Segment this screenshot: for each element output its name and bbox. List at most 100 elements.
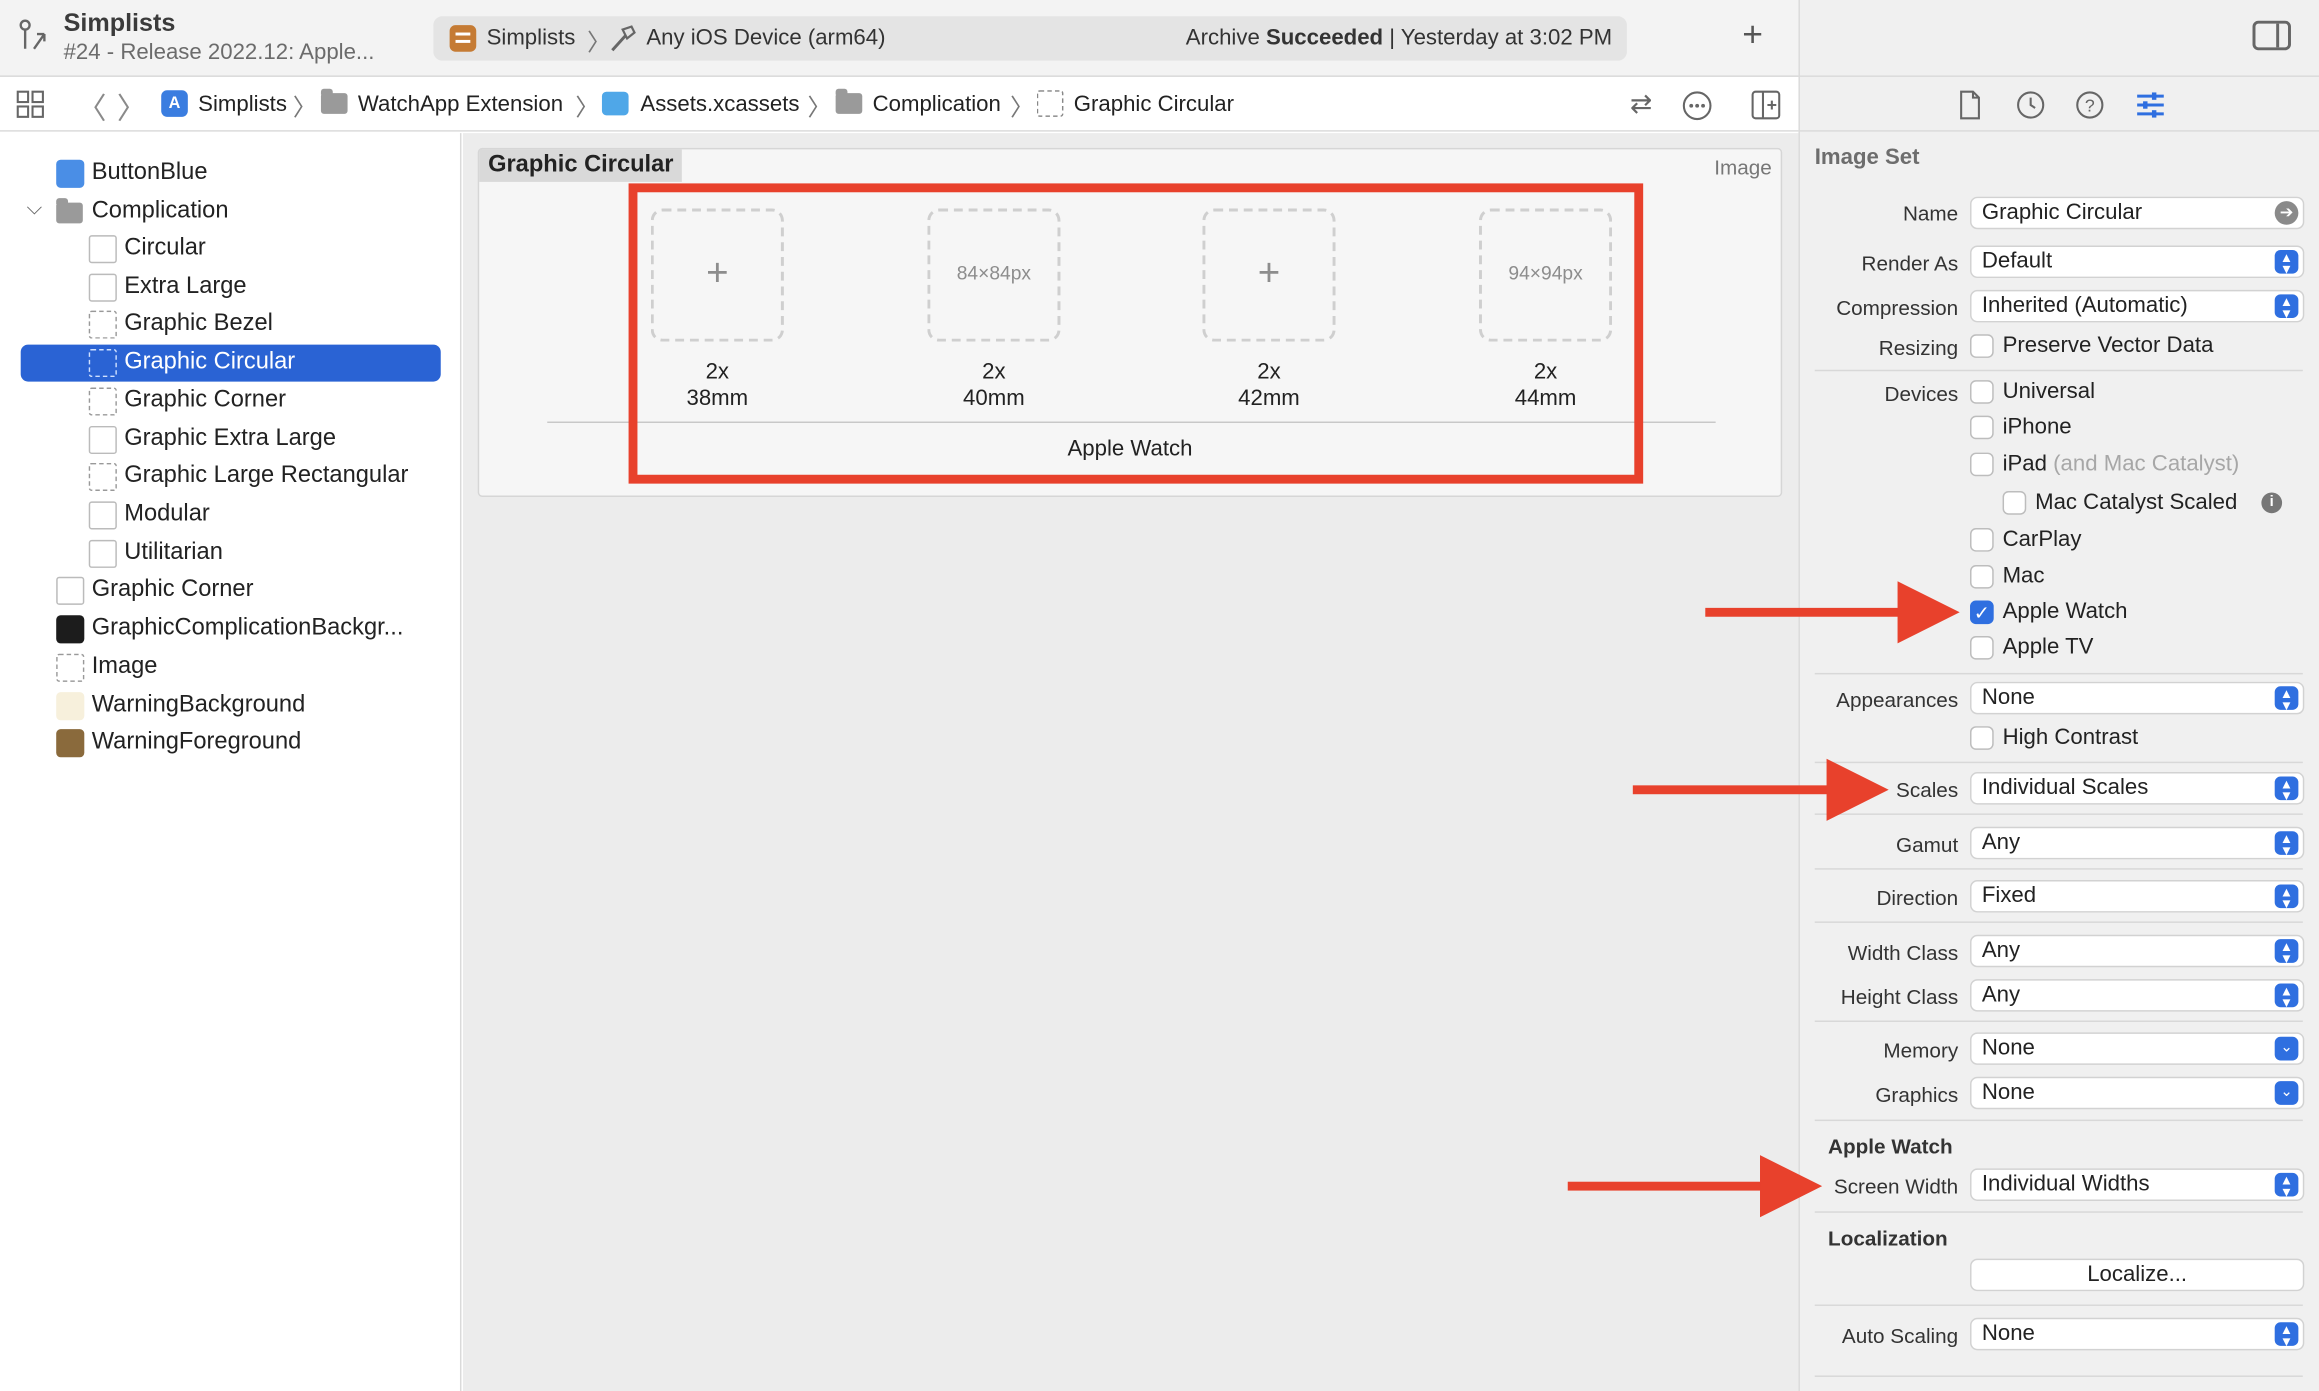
list-item[interactable]: Utilitarian xyxy=(21,535,441,572)
list-item[interactable]: GraphicComplicationBackgr... xyxy=(21,611,441,648)
ipad-checkbox[interactable] xyxy=(1970,452,1994,477)
image-set-icon xyxy=(88,349,117,378)
scheme-app-icon xyxy=(449,25,477,52)
direction-value: Fixed xyxy=(1981,882,2037,909)
graphics-select[interactable]: None ⌄ xyxy=(1970,1076,2305,1110)
section-title: Image Set xyxy=(1814,144,1920,171)
list-item-label: Modular xyxy=(124,501,210,527)
color-swatch-icon xyxy=(56,159,85,188)
gamut-select[interactable]: Any ▲ ▼ xyxy=(1970,826,2305,860)
popup-stepper-icon: ▲ ▼ xyxy=(2274,831,2299,857)
annotation-highlight-box xyxy=(628,183,1644,484)
jump-bar: 〈 〉 A Simplists 〉 WatchApp Extension 〉 A… xyxy=(0,78,1799,132)
localize-button[interactable]: Localize... xyxy=(1970,1258,2305,1292)
carplay-checkbox[interactable] xyxy=(1970,528,1994,552)
popup-stepper-icon: ▲ ▼ xyxy=(2274,983,2299,1009)
list-item-label: ButtonBlue xyxy=(91,159,208,185)
list-item-selected[interactable]: Graphic Circular xyxy=(20,344,441,382)
ipad-label: iPad (and Mac Catalyst) xyxy=(2003,451,2240,476)
list-item[interactable]: Image xyxy=(21,649,441,686)
apple-tv-checkbox[interactable] xyxy=(1970,635,1994,660)
divider xyxy=(1814,1211,2303,1213)
render-as-select[interactable]: Default ▲ ▼ xyxy=(1970,245,2305,279)
list-item[interactable]: Modular xyxy=(21,497,441,534)
breadcrumb-image-set[interactable]: Graphic Circular xyxy=(1074,92,1234,117)
mac-checkbox[interactable] xyxy=(1970,564,1994,589)
name-label: Name xyxy=(1902,201,1959,225)
list-item-label: Graphic Large Rectangular xyxy=(124,462,409,489)
screen-width-select[interactable]: Individual Widths ▲ ▼ xyxy=(1970,1168,2305,1201)
iphone-checkbox[interactable] xyxy=(1970,415,1994,440)
list-item[interactable]: Graphic Corner xyxy=(21,383,441,420)
render-as-label: Render As xyxy=(1861,251,1959,276)
list-item[interactable]: Graphic Corner xyxy=(21,572,441,609)
direction-select[interactable]: Fixed ▲ ▼ xyxy=(1970,880,2305,913)
color-swatch-icon xyxy=(56,692,85,721)
image-set-icon xyxy=(56,576,85,605)
divider xyxy=(1814,1304,2303,1306)
image-set-icon xyxy=(88,310,117,339)
image-set-icon xyxy=(88,273,117,302)
list-item[interactable]: Graphic Large Rectangular xyxy=(21,458,441,495)
add-plus-icon[interactable]: + xyxy=(1742,15,1763,56)
list-item[interactable]: Graphic Extra Large xyxy=(21,422,441,459)
list-item[interactable]: Circular xyxy=(21,231,441,268)
height-class-select[interactable]: Any ▲ ▼ xyxy=(1970,979,2305,1012)
image-set-icon xyxy=(56,653,85,682)
scales-select[interactable]: Individual Scales ▲ ▼ xyxy=(1970,772,2305,805)
memory-select[interactable]: None ⌄ xyxy=(1970,1032,2305,1065)
auto-scaling-select[interactable]: None ▲ ▼ xyxy=(1970,1317,2305,1351)
breadcrumb-project[interactable]: Simplists xyxy=(198,92,287,117)
compression-label: Compression xyxy=(1836,295,1959,320)
help-inspector-icon[interactable]: ? xyxy=(2074,89,2107,122)
image-set-icon xyxy=(88,462,117,492)
compression-select[interactable]: Inherited (Automatic) ▲ ▼ xyxy=(1970,289,2305,323)
list-item[interactable]: WarningForeground xyxy=(21,725,441,762)
list-item[interactable]: ButtonBlue xyxy=(21,155,441,192)
run-destination[interactable]: Any iOS Device (arm64) xyxy=(646,25,885,50)
chevron-down-icon[interactable]: ⌵ xyxy=(27,195,43,220)
history-inspector-icon[interactable] xyxy=(2014,89,2047,122)
screen-width-label: Screen Width xyxy=(1833,1174,1959,1198)
scheme-name[interactable]: Simplists xyxy=(487,25,576,50)
mac-catalyst-scaled-checkbox[interactable] xyxy=(2002,491,2027,515)
chevron-right-icon: 〉 xyxy=(575,96,600,122)
high-contrast-checkbox[interactable] xyxy=(1970,726,1994,750)
chevron-down-icon: ⌄ xyxy=(2274,1081,2299,1105)
appearances-value: None xyxy=(1981,684,2035,710)
color-swatch-icon xyxy=(56,615,85,644)
apple-watch-checkbox[interactable]: ✓ xyxy=(1970,600,1994,625)
attributes-inspector-icon[interactable] xyxy=(2134,89,2167,122)
more-options-icon[interactable] xyxy=(1682,90,1713,121)
breadcrumb-target[interactable]: WatchApp Extension xyxy=(358,92,563,117)
sidebar-toggle-icon[interactable] xyxy=(2252,20,2291,51)
scheme-activity-bar[interactable]: Simplists 〉 Any iOS Device (arm64) Archi… xyxy=(433,16,1627,61)
info-icon[interactable]: i xyxy=(2261,492,2283,514)
related-items-grid-icon[interactable] xyxy=(16,90,46,120)
breadcrumb-asset-catalog[interactable]: Assets.xcassets xyxy=(640,92,799,117)
source-control-branch-icon[interactable] xyxy=(15,16,53,54)
appearances-select[interactable]: None ▲ ▼ xyxy=(1970,681,2305,715)
forward-chevron-icon[interactable]: 〉 xyxy=(117,84,147,127)
breadcrumb-folder[interactable]: Complication xyxy=(873,92,1001,117)
swap-arrows-icon[interactable]: ⇄ xyxy=(1630,89,1652,120)
xcode-window: Simplists #24 - Release 2022.12: Apple..… xyxy=(0,0,2319,1391)
list-item[interactable]: Graphic Bezel xyxy=(21,306,441,343)
arrow-right-circle-icon[interactable]: ➔ xyxy=(2274,201,2299,225)
popup-stepper-icon: ▲ ▼ xyxy=(2274,884,2299,910)
width-class-select[interactable]: Any ▲ ▼ xyxy=(1970,934,2305,968)
list-item-folder[interactable]: ⌵ Complication xyxy=(21,194,441,231)
divider xyxy=(1814,1375,2303,1377)
file-inspector-icon[interactable] xyxy=(1954,89,1987,122)
preserve-vector-checkbox[interactable] xyxy=(1970,334,1994,358)
back-chevron-icon[interactable]: 〈 xyxy=(77,84,107,127)
universal-checkbox[interactable] xyxy=(1970,380,1994,404)
list-item[interactable]: WarningBackground xyxy=(21,688,441,725)
list-item-label: Graphic Corner xyxy=(91,576,254,602)
name-field[interactable]: Graphic Circular ➔ xyxy=(1970,196,2305,230)
high-contrast-label: High Contrast xyxy=(2002,724,2139,750)
popup-stepper-icon: ▲ ▼ xyxy=(2274,776,2299,802)
mac-label: Mac xyxy=(2002,563,2045,589)
add-editor-icon[interactable] xyxy=(1751,90,1781,120)
list-item[interactable]: Extra Large xyxy=(21,269,441,306)
